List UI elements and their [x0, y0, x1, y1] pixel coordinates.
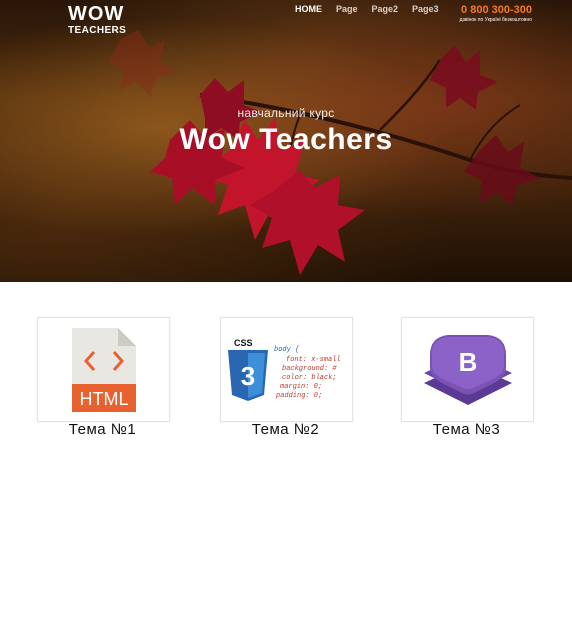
css-code-line: padding: 0; [275, 392, 322, 400]
logo-subtitle: TEACHERS [68, 25, 127, 36]
css3-icon: body { font: x-small background: # color… [222, 319, 351, 420]
hero-subtitle: навчальний курс [237, 106, 335, 120]
svg-text:3: 3 [241, 361, 255, 391]
phone-number[interactable]: 0 800 300-300 [460, 4, 532, 16]
css-code-line: font: x-small [286, 356, 341, 364]
topic-card-1[interactable]: HTML [37, 317, 170, 422]
css-logo-text: CSS [234, 338, 253, 348]
css-code-line: margin: 0; [280, 383, 322, 391]
bootstrap-icon: B [423, 334, 512, 405]
contact-block: 0 800 300-300 дзвінок по Україні безкошт… [460, 4, 532, 23]
phone-note: дзвінок по Україні безкоштовно [459, 17, 532, 23]
hero-title: Wow Teachers [179, 123, 393, 156]
css-code-line: body { [274, 346, 300, 354]
topic-card-3[interactable]: B [401, 317, 534, 422]
nav-item-page[interactable]: Page [336, 4, 358, 14]
site-logo[interactable]: WOW TEACHERS [68, 4, 126, 36]
main-nav: HOME Page Page2 Page3 [295, 4, 439, 14]
topic-card-2[interactable]: body { font: x-small background: # color… [220, 317, 353, 422]
hero-banner: WOW TEACHERS HOME Page Page2 Page3 0 800… [0, 0, 572, 282]
html-file-icon: HTML [71, 327, 136, 412]
nav-item-page3[interactable]: Page3 [412, 4, 439, 14]
topic-label-2[interactable]: Тема №2 [220, 421, 351, 438]
nav-item-home[interactable]: HOME [295, 4, 322, 14]
html-icon-text: HTML [79, 389, 128, 409]
logo-title: WOW [68, 3, 125, 25]
topic-label-3[interactable]: Тема №3 [401, 421, 532, 438]
css-code-line: background: # [282, 365, 337, 373]
nav-item-page2[interactable]: Page2 [372, 4, 399, 14]
css-code-line: color: black; [282, 374, 337, 382]
bootstrap-letter: B [458, 347, 477, 377]
topic-label-1[interactable]: Тема №1 [37, 421, 168, 438]
